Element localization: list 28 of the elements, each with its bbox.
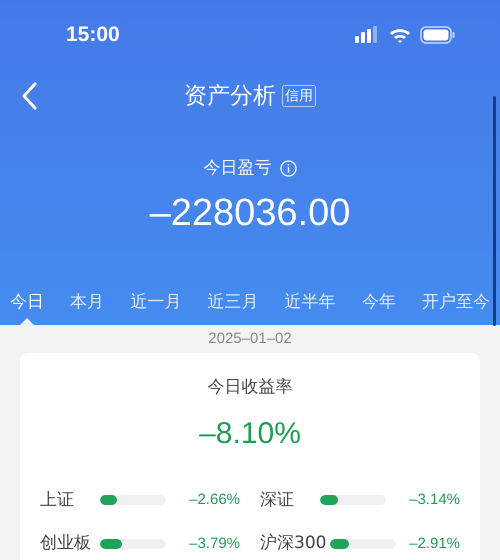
return-rate: –8.10%	[199, 416, 301, 452]
wifi-icon	[389, 26, 411, 44]
index-name: 深证	[260, 488, 295, 512]
date-label: 2025–01–02	[208, 328, 292, 349]
status-time: 15:00	[66, 22, 120, 48]
signal-icon	[355, 26, 380, 44]
back-icon	[21, 82, 37, 110]
period-tab[interactable]: 今日	[8, 281, 46, 325]
battery-icon	[420, 26, 456, 44]
pnl-label: 今日盈亏	[204, 157, 272, 180]
card-title: 今日收益率	[208, 376, 292, 399]
period-tab[interactable]: 今年	[360, 281, 398, 325]
period-tab[interactable]: 近一月	[128, 281, 184, 325]
info-icon	[280, 160, 296, 178]
pnl-amount: –228036.00	[150, 190, 350, 236]
index-name: 上证	[40, 488, 75, 512]
credit-tag: 信用	[282, 85, 316, 107]
index-change: –3.79%	[189, 534, 240, 554]
page-title: 资产分析	[184, 82, 276, 111]
index-change: –3.14%	[409, 490, 460, 510]
index-change: –2.91%	[409, 534, 460, 554]
index-change: –2.66%	[189, 490, 240, 510]
period-tab[interactable]: 本月	[68, 281, 106, 325]
period-tab[interactable]: 近半年	[282, 281, 338, 325]
index-name: 沪深300	[260, 532, 328, 555]
period-tab[interactable]: 开户至今	[420, 281, 492, 325]
index-name: 创业板	[40, 532, 92, 555]
period-tab[interactable]: 近三月	[205, 281, 260, 325]
